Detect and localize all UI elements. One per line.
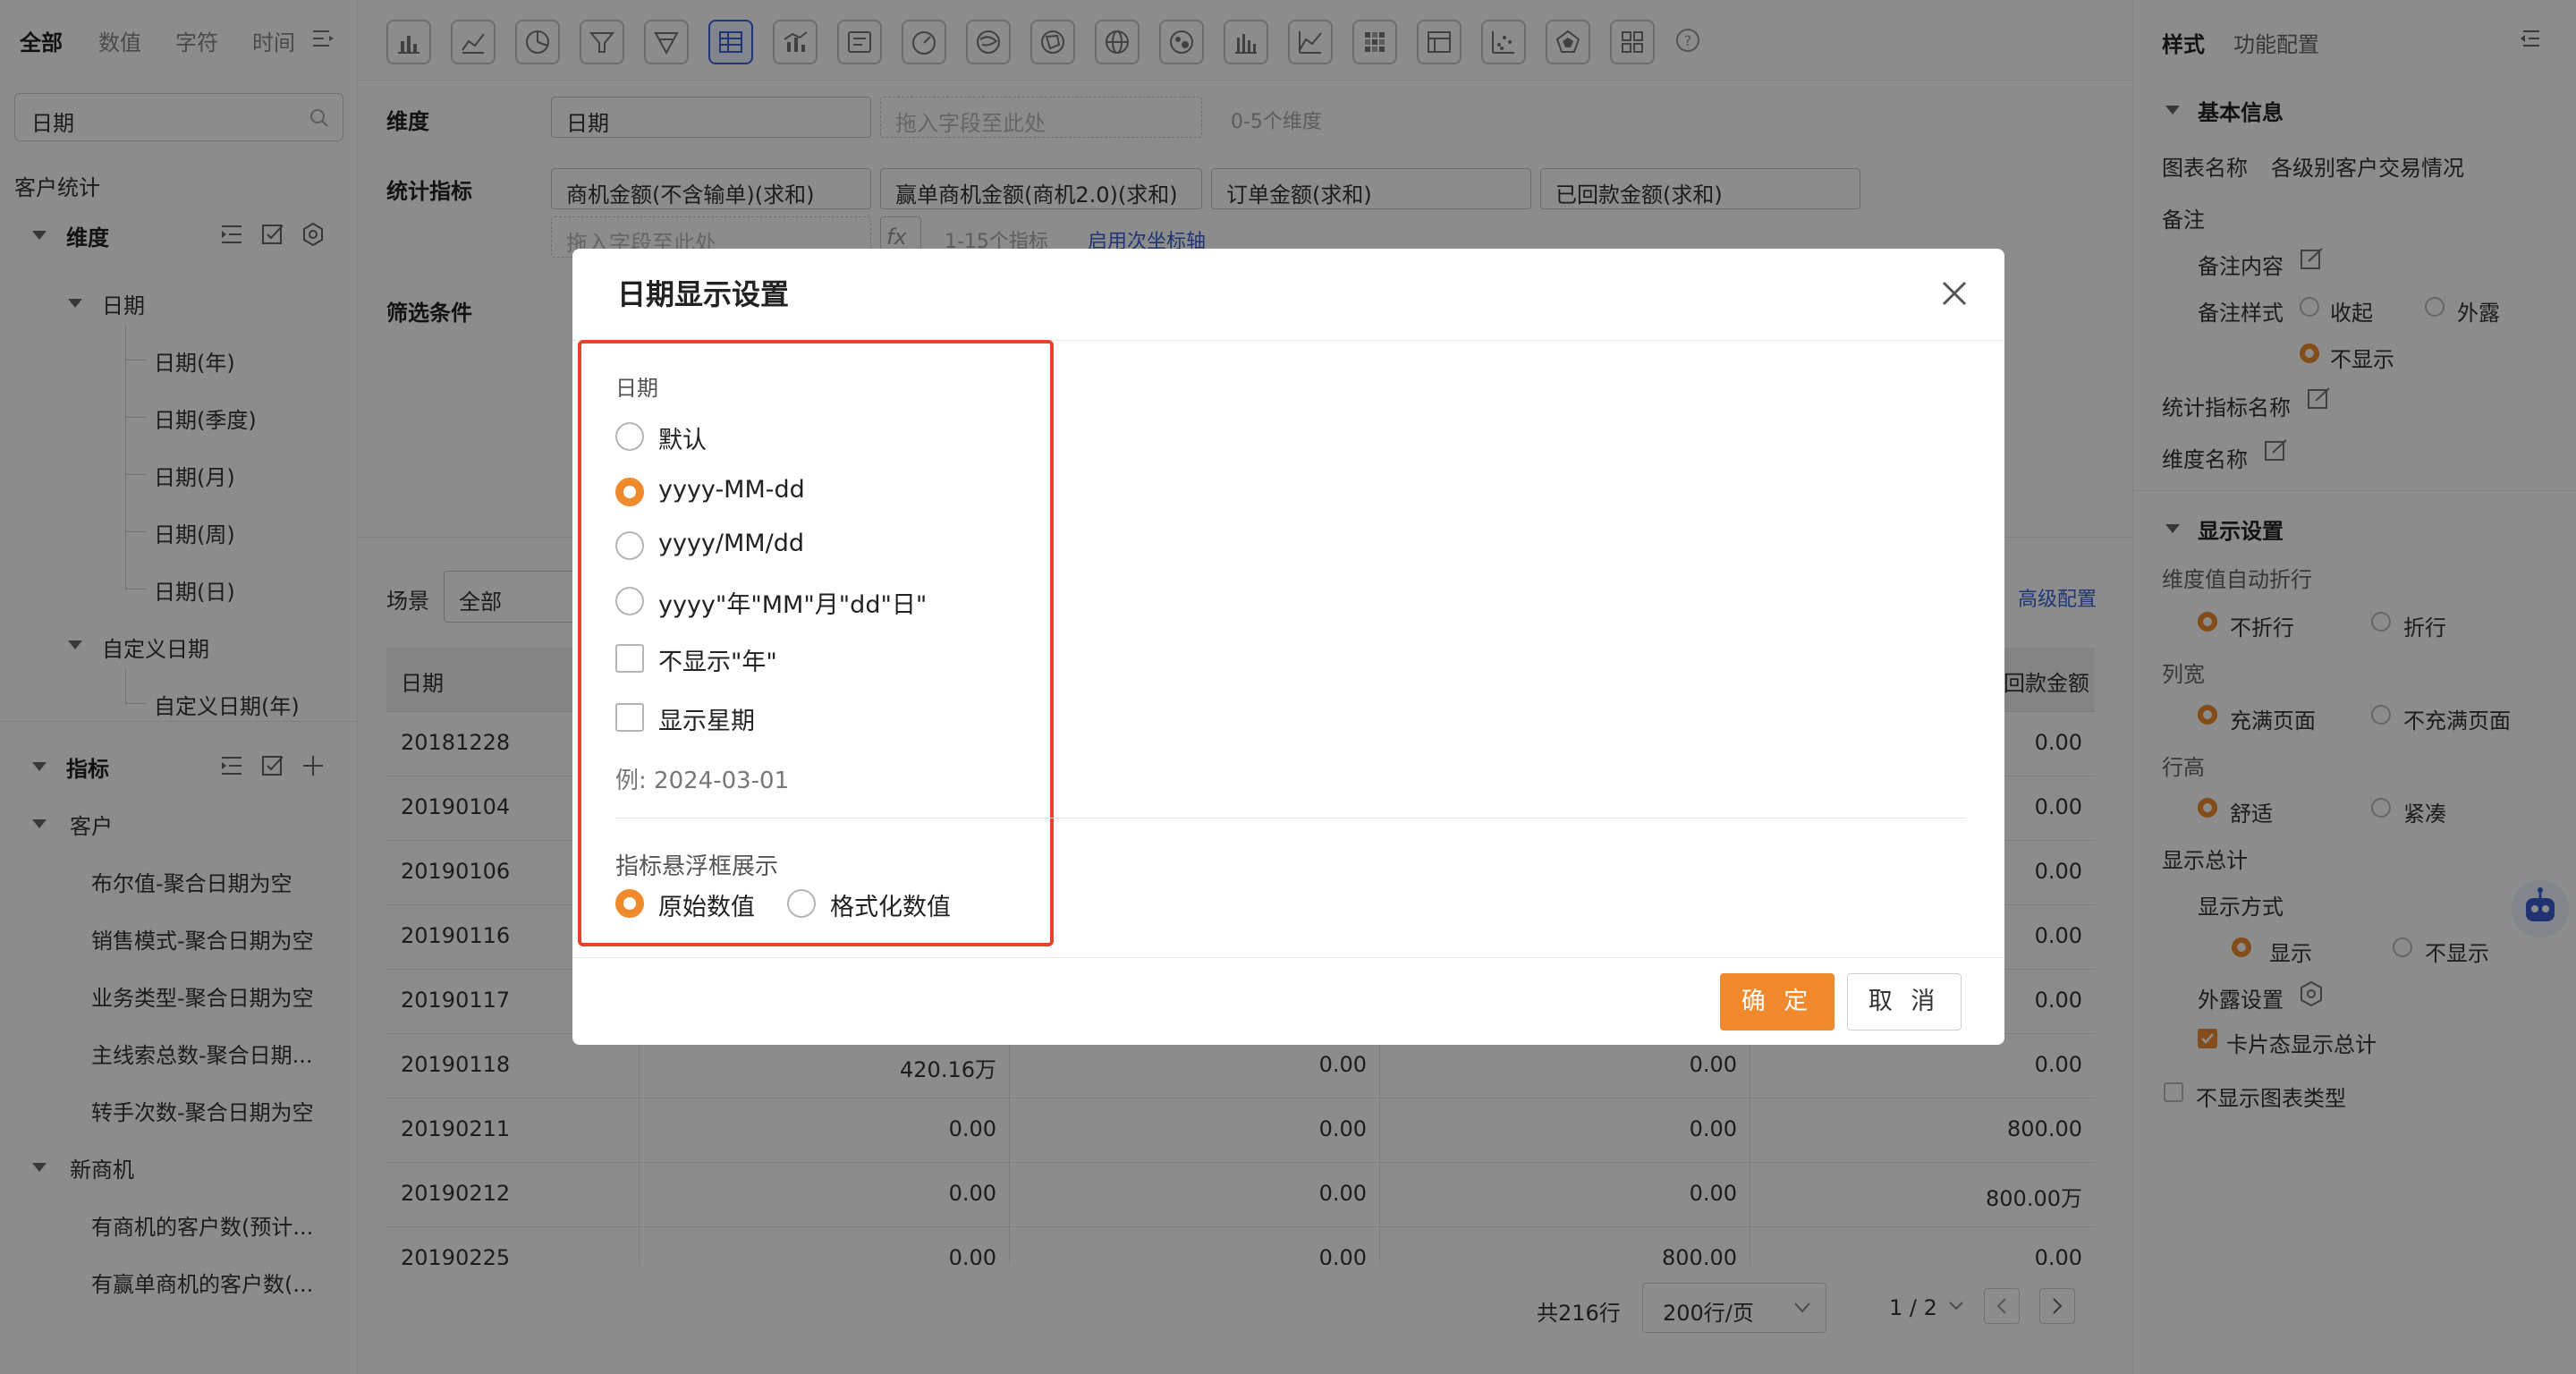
option-hide-year: 不显示"年"	[658, 649, 777, 676]
format-option-chinese: yyyy"年"MM"月"dd"日"	[658, 591, 928, 619]
radio-format-slash[interactable]	[615, 531, 644, 560]
format-example: 例: 2024-03-01	[615, 768, 790, 794]
radio-format-default[interactable]	[615, 422, 644, 451]
cancel-button[interactable]: 取 消	[1847, 973, 1962, 1030]
format-option-default: 默认	[658, 427, 707, 454]
radio-format-dash[interactable]	[615, 478, 644, 506]
radio-format-chinese[interactable]	[615, 587, 644, 615]
radio-tooltip-raw[interactable]	[615, 889, 644, 918]
dialog-title: 日期显示设置	[617, 277, 790, 311]
confirm-button[interactable]: 确 定	[1720, 973, 1835, 1030]
checkbox-show-weekday[interactable]	[615, 703, 644, 732]
close-icon[interactable]	[1936, 276, 1972, 311]
option-show-weekday: 显示星期	[658, 708, 755, 735]
tooltip-option-raw: 原始数值	[658, 894, 755, 921]
tooltip-display-label: 指标悬浮框展示	[615, 853, 779, 880]
date-display-settings-dialog: 日期显示设置 日期 默认 yyyy-MM-dd yyyy/MM/dd yyyy"…	[572, 249, 2004, 1045]
checkbox-hide-year[interactable]	[615, 644, 644, 673]
date-section-label: 日期	[615, 376, 658, 401]
format-option-slash: yyyy/MM/dd	[658, 530, 804, 557]
tooltip-option-formatted: 格式化数值	[830, 894, 951, 921]
format-option-dash: yyyy-MM-dd	[658, 476, 805, 504]
radio-tooltip-formatted[interactable]	[787, 889, 816, 918]
